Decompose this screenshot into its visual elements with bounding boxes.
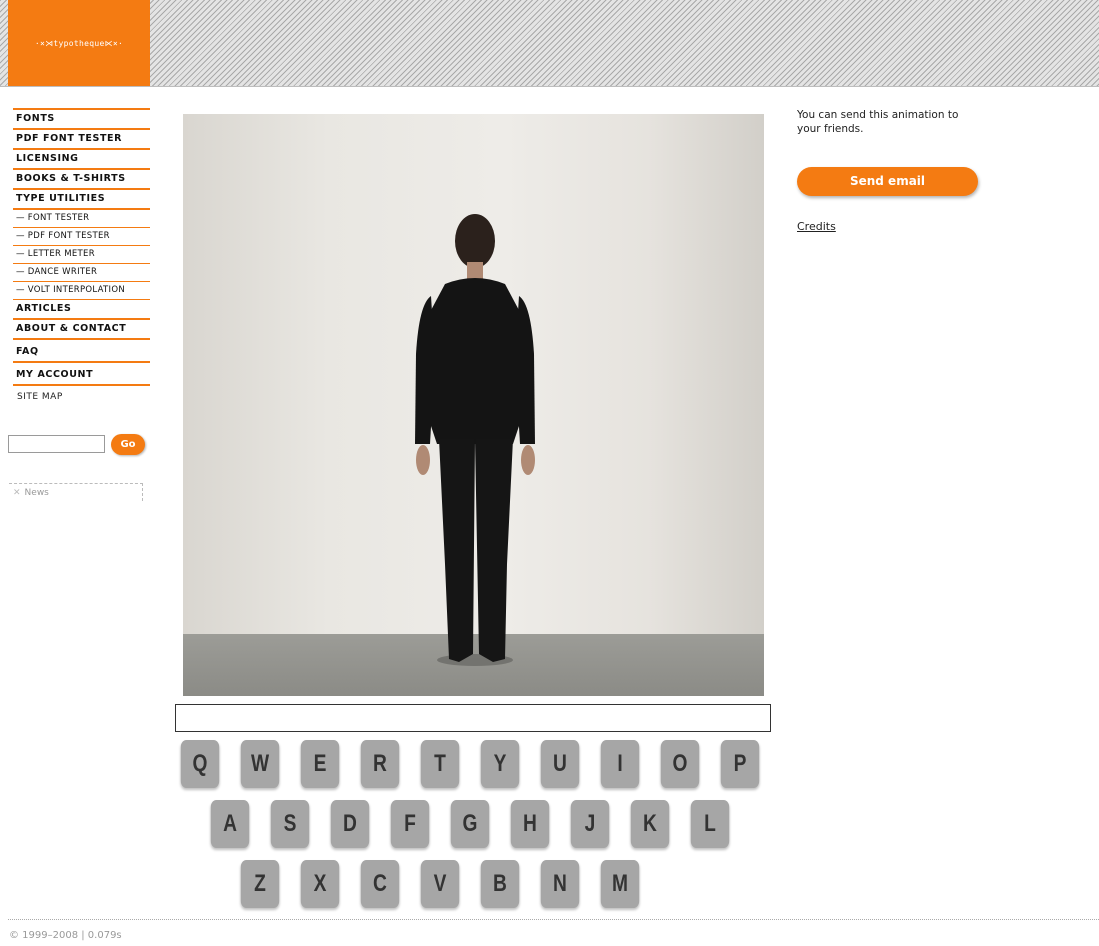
dancer-figure: [415, 214, 535, 666]
key-e[interactable]: E: [300, 740, 340, 788]
animation-text-field[interactable]: [175, 704, 771, 732]
key-y[interactable]: Y: [480, 740, 520, 788]
nav-item-books-tshirts[interactable]: BOOKS & T-SHIRTS: [13, 170, 150, 190]
nav-item-licensing[interactable]: LICENSING: [13, 150, 150, 170]
key-l[interactable]: L: [690, 800, 730, 848]
nav-item-fonts[interactable]: FONTS: [13, 110, 150, 130]
footer-copyright: © 1999–2008 | 0.079s: [9, 930, 122, 941]
nav-item-articles[interactable]: ARTICLES: [13, 300, 150, 320]
key-v[interactable]: V: [420, 860, 460, 908]
key-a[interactable]: A: [210, 800, 250, 848]
logo[interactable]: ·×⋊typotheque⋉×·: [8, 0, 150, 86]
news-box[interactable]: ✕ News: [9, 483, 143, 501]
key-i[interactable]: I: [600, 740, 640, 788]
key-q[interactable]: Q: [180, 740, 220, 788]
key-m[interactable]: M: [600, 860, 640, 908]
nav-item-site-map[interactable]: SITE MAP: [17, 392, 63, 402]
credits-link[interactable]: Credits: [797, 220, 836, 233]
nav-subitem-pdf-font-tester[interactable]: — PDF FONT TESTER: [13, 228, 150, 246]
animation-photo: [183, 114, 764, 696]
send-email-button[interactable]: Send email: [797, 167, 978, 196]
key-t[interactable]: T: [420, 740, 460, 788]
nav-item-about-contact[interactable]: ABOUT & CONTACT: [13, 320, 150, 340]
key-n[interactable]: N: [540, 860, 580, 908]
key-d[interactable]: D: [330, 800, 370, 848]
key-u[interactable]: U: [540, 740, 580, 788]
nav-subitem-volt-interpolation[interactable]: — VOLT INTERPOLATION: [13, 282, 150, 300]
key-s[interactable]: S: [270, 800, 310, 848]
nav-subitem-letter-meter[interactable]: — LETTER METER: [13, 246, 150, 264]
news-label: News: [24, 488, 49, 498]
key-b[interactable]: B: [480, 860, 520, 908]
key-o[interactable]: O: [660, 740, 700, 788]
footer-divider: [8, 919, 1099, 920]
key-c[interactable]: C: [360, 860, 400, 908]
key-w[interactable]: W: [240, 740, 280, 788]
nav-item-pdf-font-tester[interactable]: PDF FONT TESTER: [13, 130, 150, 150]
share-description: You can send this animation to your frie…: [797, 109, 959, 135]
search-go-button[interactable]: Go: [111, 434, 145, 455]
key-z[interactable]: Z: [240, 860, 280, 908]
key-g[interactable]: G: [450, 800, 490, 848]
key-r[interactable]: R: [360, 740, 400, 788]
search-input[interactable]: [8, 435, 105, 453]
logo-text: ·×⋊typotheque⋉×·: [34, 38, 124, 48]
key-h[interactable]: H: [510, 800, 550, 848]
nav-subitem-font-tester[interactable]: — FONT TESTER: [13, 210, 150, 228]
key-p[interactable]: P: [720, 740, 760, 788]
x-icon: ✕: [13, 488, 21, 498]
site-header: ·×⋊typotheque⋉×·: [0, 0, 1099, 87]
key-f[interactable]: F: [390, 800, 430, 848]
key-k[interactable]: K: [630, 800, 670, 848]
nav-item-faq[interactable]: FAQ: [13, 340, 150, 363]
nav-item-type-utilities[interactable]: TYPE UTILITIES: [13, 190, 150, 210]
key-x[interactable]: X: [300, 860, 340, 908]
nav-subitem-dance-writer[interactable]: — DANCE WRITER: [13, 264, 150, 282]
key-j[interactable]: J: [570, 800, 610, 848]
sidebar-nav: FONTS PDF FONT TESTER LICENSING BOOKS & …: [13, 108, 150, 386]
nav-item-my-account[interactable]: MY ACCOUNT: [13, 363, 150, 386]
